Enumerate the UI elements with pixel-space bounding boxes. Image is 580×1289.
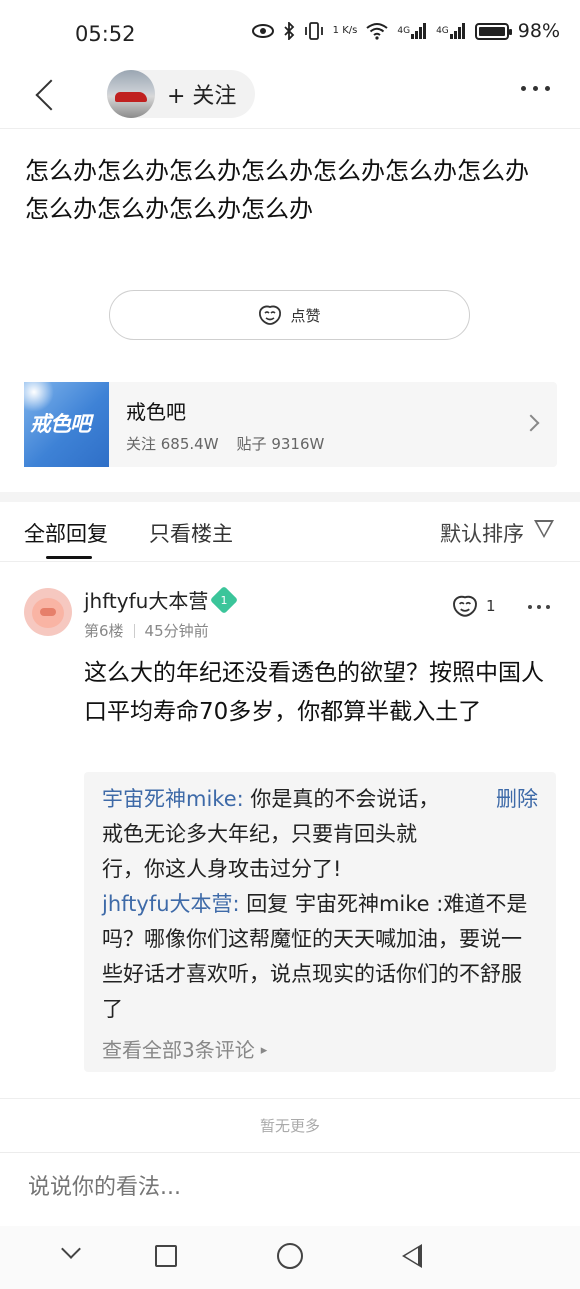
reply-time: 45分钟前	[144, 622, 209, 640]
sub-comments: 宇宙死神mike: 你是真的不会说话，戒色无论多大年纪，只要肯回头就行，你这人身…	[84, 772, 556, 1072]
forum-name: 戒色吧	[126, 399, 186, 424]
status-bar: 05:52 1 K/s 4G 4G 98%	[0, 0, 580, 68]
eye-icon	[251, 24, 274, 38]
tab-all-replies[interactable]: 全部回复	[24, 518, 108, 548]
vibrate-icon	[304, 22, 324, 40]
like-icon	[453, 595, 477, 617]
view-all-label: 查看全部3条评论	[102, 1038, 255, 1062]
comment-input[interactable]	[28, 1175, 548, 1200]
forum-card[interactable]: 戒色吧 戒色吧 关注 685.4W 贴子 9316W	[24, 382, 557, 467]
reply-tabs: 全部回复 只看楼主 默认排序	[0, 502, 580, 560]
bluetooth-icon	[283, 22, 295, 40]
reply-like-count: 1	[486, 597, 496, 615]
home-icon[interactable]	[277, 1243, 303, 1269]
divider	[0, 128, 580, 129]
reply-avatar[interactable]	[24, 588, 72, 636]
top-nav: + 关注	[0, 68, 580, 126]
tab-op-only[interactable]: 只看楼主	[149, 518, 233, 548]
post-text: 怎么办怎么办怎么办怎么办怎么办怎么办怎么办 怎么办怎么办怎么办怎么办	[25, 157, 529, 223]
reply-like-button[interactable]: 1	[452, 594, 496, 618]
like-button[interactable]: 点赞	[109, 290, 470, 340]
forum-posts: 贴子 9316W	[236, 434, 325, 453]
divider	[0, 561, 580, 562]
signal-2-label: 4G	[436, 26, 449, 36]
active-tab-indicator	[46, 556, 92, 559]
battery-icon	[474, 22, 512, 40]
caret-right-icon: ▸	[260, 1043, 268, 1058]
chevron-left-icon	[35, 79, 67, 111]
status-icons: 1 K/s 4G 4G 98%	[251, 20, 560, 42]
back-button[interactable]	[26, 76, 67, 116]
reply-more-icon[interactable]	[528, 605, 550, 609]
sub-comment-body: 宇宙死神mike: 你是真的不会说话，戒色无论多大年纪，只要肯回头就行，你这人身…	[102, 782, 442, 887]
status-time: 05:52	[75, 22, 136, 46]
like-label: 点赞	[290, 306, 321, 325]
wifi-icon	[366, 22, 388, 40]
forum-followers: 关注 685.4W	[126, 434, 219, 453]
chevron-right-icon	[522, 414, 540, 432]
network-speed: 1 K/s	[333, 26, 358, 36]
reply-username-row: jhftyfu大本营 1	[84, 585, 239, 614]
forum-info: 戒色吧 关注 685.4W 贴子 9316W	[126, 396, 324, 454]
author-avatar[interactable]	[107, 70, 155, 118]
forum-logo: 戒色吧	[24, 382, 109, 467]
delete-button[interactable]: 删除	[496, 782, 538, 817]
sort-button[interactable]: 默认排序	[440, 518, 524, 548]
section-gap	[0, 492, 580, 502]
meta-separator	[133, 623, 135, 638]
signal-1-label: 4G	[397, 26, 411, 36]
sub-comment-author[interactable]: jhftyfu大本营:	[102, 892, 240, 916]
comment-bar	[0, 1152, 580, 1226]
follow-button[interactable]: + 关注	[167, 78, 236, 110]
level-text: 1	[220, 593, 228, 606]
no-more-text: 暂无更多	[259, 1117, 320, 1135]
signal-icon-2: 4G	[436, 23, 466, 39]
like-icon	[259, 305, 282, 325]
follow-chip[interactable]: + 关注	[107, 70, 255, 118]
back-triangle-icon[interactable]	[402, 1244, 422, 1268]
view-all-comments-link[interactable]: 查看全部3条评论 ▸	[102, 1033, 538, 1068]
sub-comment-author[interactable]: 宇宙死神mike:	[102, 787, 244, 811]
reply-meta: 第6楼 45分钟前	[84, 620, 209, 641]
forum-stats: 关注 685.4W 贴子 9316W	[126, 433, 324, 454]
more-icon[interactable]	[521, 86, 550, 91]
forum-logo-text: 戒色吧	[30, 412, 91, 436]
level-badge: 1	[210, 585, 239, 614]
reply-content: 这么大的年纪还没看透色的欲望？按照中国人口平均寿命70多岁，你都算半截入土了	[84, 660, 544, 725]
filter-icon[interactable]	[534, 520, 554, 538]
sub-comment[interactable]: 宇宙死神mike: 你是真的不会说话，戒色无论多大年纪，只要肯回头就行，你这人身…	[102, 782, 538, 887]
reply-username[interactable]: jhftyfu大本营	[84, 585, 208, 614]
battery-percent: 98%	[517, 20, 560, 42]
chevron-down-icon[interactable]	[61, 1239, 81, 1259]
divider	[0, 1098, 580, 1099]
signal-icon: 4G	[397, 23, 427, 39]
reply-floor: 第6楼	[84, 622, 124, 640]
sub-comment[interactable]: jhftyfu大本营: 回复 宇宙死神mike :难道不是吗？哪像你们这帮魔怔的…	[102, 887, 538, 1027]
network-speed-text: 1 K/s	[332, 25, 358, 36]
system-nav-bar	[0, 1226, 580, 1289]
recent-apps-icon[interactable]	[155, 1245, 177, 1267]
